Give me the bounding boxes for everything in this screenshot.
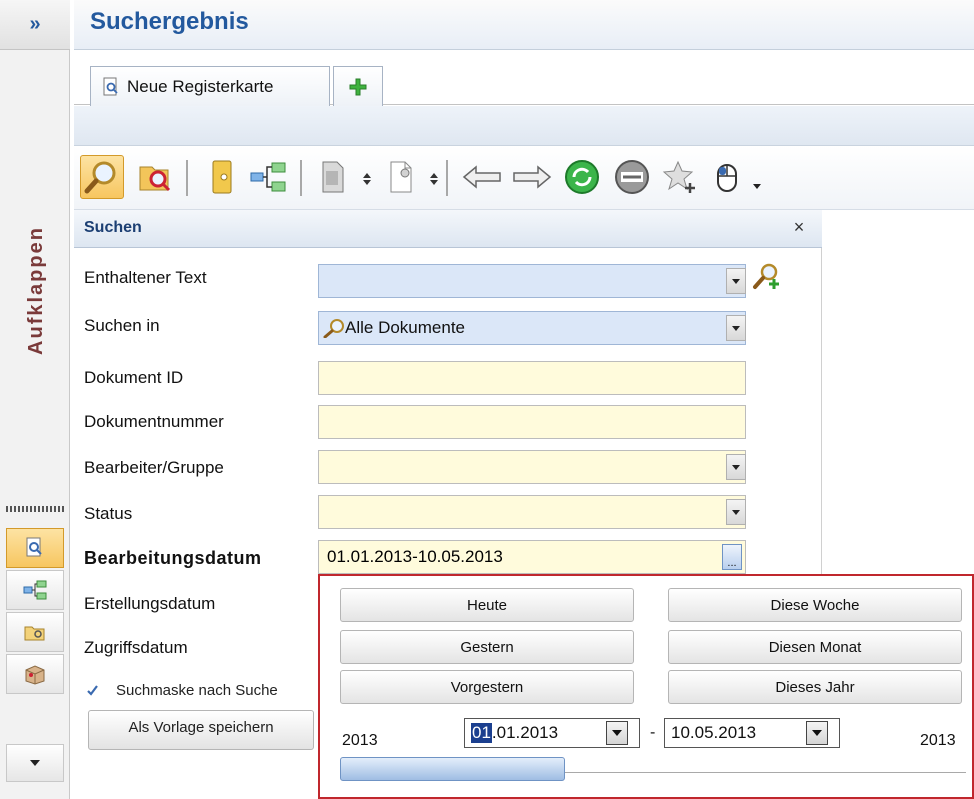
yesterday-button[interactable]: Gestern: [340, 630, 634, 664]
refresh-button[interactable]: [560, 155, 604, 199]
search-button[interactable]: [80, 155, 124, 199]
contained-text-dropdown[interactable]: [726, 268, 746, 294]
folder-search-icon: [24, 626, 45, 641]
editor-group-dropdown[interactable]: [726, 454, 746, 480]
search-mask-label: Suchmaske nach Suche: [116, 682, 278, 699]
tree-icon: [250, 162, 286, 192]
toolbar-band: [74, 106, 974, 146]
day-before-yesterday-button[interactable]: Vorgestern: [340, 670, 634, 704]
editor-group-label: Bearbeiter/Gruppe: [84, 458, 224, 477]
mouse-icon: [717, 164, 737, 192]
toolbar-separator: [300, 160, 302, 196]
tree-icon: [23, 580, 47, 600]
back-button[interactable]: [460, 155, 504, 199]
add-tab-button[interactable]: [333, 66, 383, 106]
status-label: Status: [84, 504, 133, 523]
favorite-button[interactable]: [658, 155, 702, 199]
edit-date-label: Bearbeitungsdatum: [84, 548, 262, 568]
from-date-dropdown[interactable]: [606, 721, 628, 745]
add-search-button[interactable]: [752, 261, 782, 291]
tree-view-button[interactable]: [246, 155, 290, 199]
this-month-button[interactable]: Diesen Monat: [668, 630, 962, 664]
collapse-toggle[interactable]: Aufklappen: [16, 210, 56, 370]
to-date-value: 10.05.2013: [671, 723, 757, 742]
refresh-icon: [565, 160, 599, 194]
new-document-stepper[interactable]: [428, 170, 440, 188]
search-in-label: Suchen in: [84, 316, 160, 335]
collapse-toggle-label: Aufklappen: [24, 225, 47, 355]
contained-text-input[interactable]: [318, 264, 746, 298]
new-document-button[interactable]: [378, 155, 422, 199]
close-icon[interactable]: ×: [788, 214, 810, 240]
rail-folder-button[interactable]: [6, 612, 64, 652]
status-dropdown[interactable]: [726, 499, 746, 525]
tab-label: Neue Registerkarte: [127, 76, 274, 96]
toolbar-separator: [446, 160, 448, 196]
chevron-down-icon: [30, 760, 40, 766]
export-button[interactable]: [310, 155, 354, 199]
export-stepper[interactable]: [361, 170, 373, 188]
status-input[interactable]: [318, 495, 746, 529]
add-search-icon: [753, 263, 779, 289]
this-week-button[interactable]: Diese Woche: [668, 588, 962, 622]
this-year-button[interactable]: Dieses Jahr: [668, 670, 962, 704]
mouse-dropdown-icon[interactable]: [752, 176, 762, 189]
find-similar-button[interactable]: [132, 155, 176, 199]
date-separator: -: [650, 724, 656, 741]
add-tab-icon: [349, 78, 367, 95]
from-date-day: 01: [471, 723, 492, 743]
binder-icon: [212, 160, 232, 194]
document-id-input[interactable]: [318, 361, 746, 395]
new-document-icon: [390, 161, 412, 193]
document-number-label: Dokumentnummer: [84, 412, 224, 431]
stop-icon: [615, 160, 649, 194]
search-panel-header: [74, 210, 822, 248]
from-date-rest: .01.2013: [491, 723, 559, 742]
slider-max-year: 2013: [920, 732, 956, 749]
edit-date-browse-button[interactable]: ...: [722, 544, 742, 570]
back-arrow-icon: [462, 165, 501, 189]
find-similar-icon: [139, 166, 171, 192]
panel-title: Suchen: [84, 219, 142, 236]
document-number-input[interactable]: [318, 405, 746, 439]
search-in-value: Alle Dokumente: [345, 318, 466, 337]
search-icon: [84, 161, 116, 194]
search-mask-checkbox[interactable]: [86, 684, 99, 697]
access-date-label: Zugriffsdatum: [84, 638, 188, 657]
search-doc-icon: [26, 537, 42, 557]
mouse-button[interactable]: [706, 155, 750, 199]
export-icon: [322, 161, 344, 193]
favorite-star-icon: [662, 160, 695, 193]
forward-arrow-icon: [513, 165, 552, 189]
tab-new-tab[interactable]: Neue Registerkarte: [90, 66, 330, 106]
checkmark-icon: [87, 685, 98, 696]
search-in-dropdown[interactable]: [726, 315, 746, 341]
creation-date-label: Erstellungsdatum: [84, 594, 216, 613]
rail-splitter[interactable]: [6, 506, 66, 512]
editor-group-input[interactable]: [318, 450, 746, 484]
rail-tree-button[interactable]: [6, 570, 64, 610]
search-in-select[interactable]: Alle Dokumente: [318, 311, 746, 345]
binder-button[interactable]: [200, 155, 244, 199]
save-template-button[interactable]: Als Vorlage speichern: [88, 710, 314, 750]
search-icon: [323, 319, 344, 338]
to-date-dropdown[interactable]: [806, 721, 828, 745]
search-doc-icon: [103, 77, 118, 95]
rail-search-button[interactable]: [6, 528, 64, 568]
expand-button[interactable]: »: [0, 0, 70, 50]
toolbar-separator: [186, 160, 188, 196]
page-title: Suchergebnis: [90, 8, 249, 35]
today-button[interactable]: Heute: [340, 588, 634, 622]
edit-date-input[interactable]: [318, 540, 746, 574]
date-slider-range[interactable]: [340, 757, 566, 781]
rail-more-button[interactable]: [6, 744, 64, 782]
contained-text-label: Enthaltener Text: [84, 268, 207, 287]
document-id-label: Dokument ID: [84, 368, 184, 387]
stop-button[interactable]: [610, 155, 654, 199]
archive-icon: [25, 665, 45, 685]
rail-archive-button[interactable]: [6, 654, 64, 694]
slider-min-year: 2013: [342, 732, 378, 749]
forward-button[interactable]: [510, 155, 554, 199]
